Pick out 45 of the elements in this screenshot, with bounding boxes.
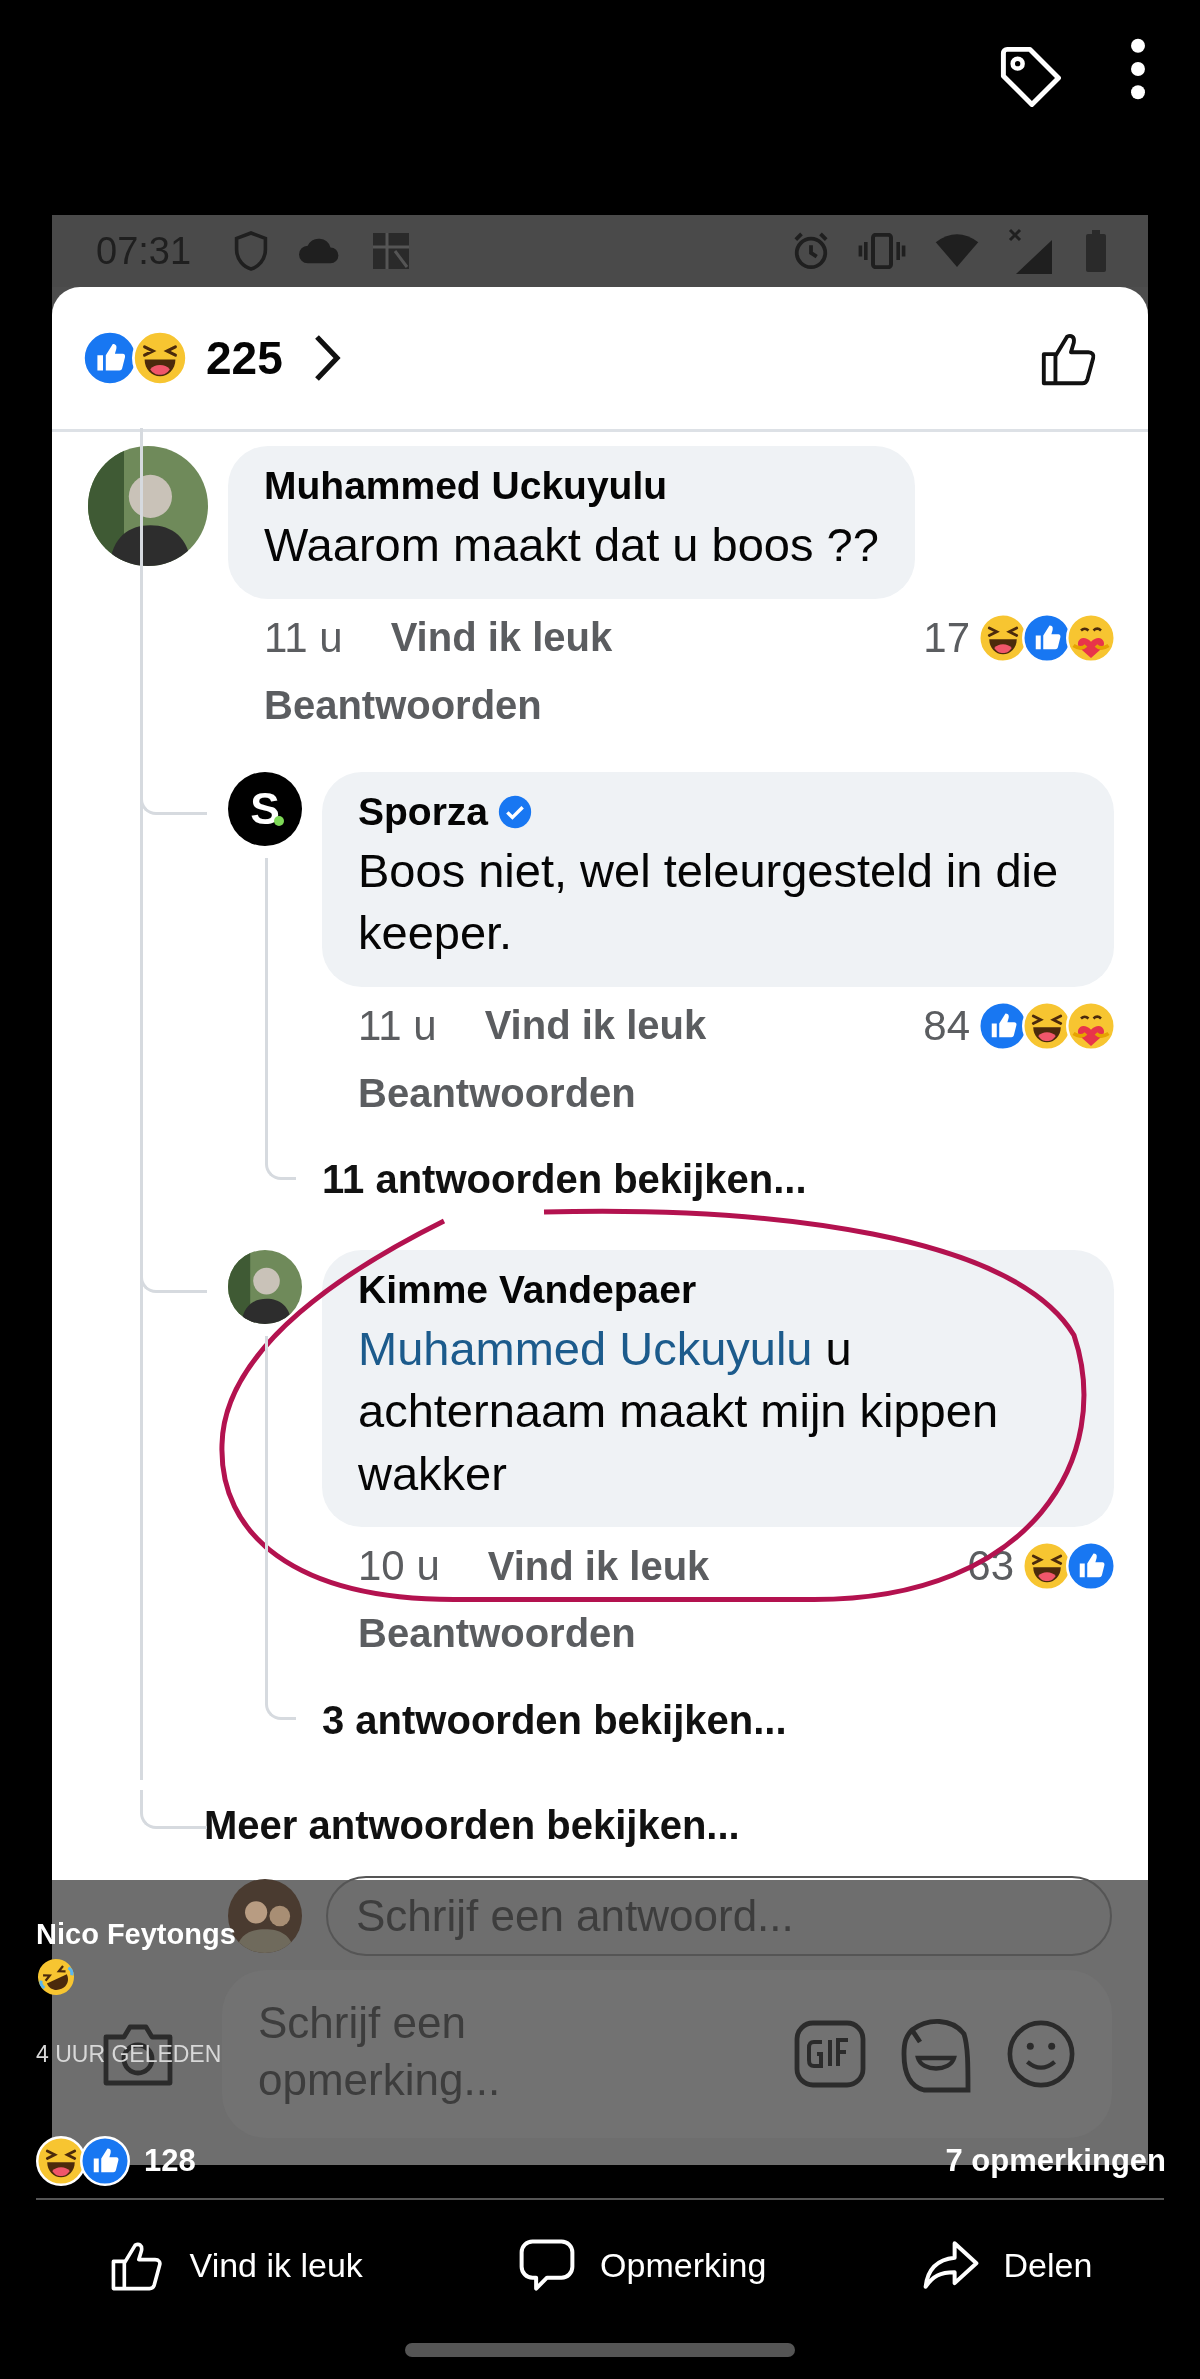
wifi-icon: [934, 233, 980, 269]
hug-reaction-icon: [1066, 612, 1116, 663]
comment-text: Waarom maakt dat u boos ??: [264, 517, 879, 573]
reply-link[interactable]: Beantwoorden: [358, 1070, 636, 1116]
like-reaction-icon: [1066, 1541, 1116, 1591]
shield-icon: [233, 231, 270, 271]
more-options-icon[interactable]: [1128, 38, 1148, 100]
author-name[interactable]: Kimme Vandepaer: [358, 1267, 697, 1312]
comment-time: 10 u: [358, 1542, 440, 1590]
more-replies-link[interactable]: Meer antwoorden bekijken...: [204, 1802, 740, 1848]
share-button[interactable]: Delen: [911, 2230, 1103, 2300]
hug-reaction-icon: [1066, 1000, 1116, 1051]
avatar[interactable]: S: [228, 771, 302, 846]
author-name[interactable]: Sporza: [358, 789, 489, 834]
emoji-icon[interactable]: [1006, 2019, 1076, 2089]
rolling-laughing-emoji-icon: [36, 1957, 76, 1997]
map-icon: [371, 231, 412, 271]
reaction-count[interactable]: 225: [206, 331, 283, 385]
alarm-icon: [792, 232, 830, 270]
reaction-count[interactable]: 17: [923, 613, 970, 662]
comment-text: Boos niet, wel teleurgesteld in die keeper.: [358, 842, 1060, 961]
like-button[interactable]: Vind ik leuk: [97, 2230, 373, 2300]
view-replies-link[interactable]: 3 antwoorden bekijken...: [322, 1697, 787, 1743]
chevron-right-icon[interactable]: [312, 333, 343, 383]
battery-icon: [1084, 230, 1108, 272]
comment-button[interactable]: Opmerking: [508, 2230, 777, 2300]
laughing-reaction-icon: [36, 2136, 86, 2186]
view-replies-link[interactable]: 11 antwoorden bekijken...: [322, 1157, 807, 1202]
speech-bubble-icon: [518, 2236, 577, 2294]
author-name[interactable]: Muhammed Uckuyulu: [264, 464, 668, 508]
like-reaction-icon: [80, 2136, 130, 2186]
comment-time: 11 u: [358, 1001, 437, 1050]
comment-text: Muhammed Uckuyulu u achternaam maakt mijn kippen wakker: [358, 1320, 1000, 1502]
like-link[interactable]: Vind ik leuk: [484, 1003, 707, 1048]
like-link[interactable]: Vind ik leuk: [487, 1543, 710, 1589]
like-link[interactable]: Vind ik leuk: [390, 615, 613, 660]
comment-time: 11 u: [264, 613, 343, 662]
vibrate-icon: [858, 233, 906, 269]
laughing-reaction-icon: [132, 330, 188, 386]
mention-link[interactable]: Muhammed Uckuyulu: [358, 1321, 813, 1375]
reaction-count[interactable]: 84: [923, 1001, 970, 1050]
reply-link[interactable]: Beantwoorden: [264, 682, 542, 728]
thread-line: [140, 1790, 207, 1829]
gif-icon[interactable]: [794, 2020, 866, 2088]
reply-link[interactable]: Beantwoorden: [358, 1611, 636, 1656]
